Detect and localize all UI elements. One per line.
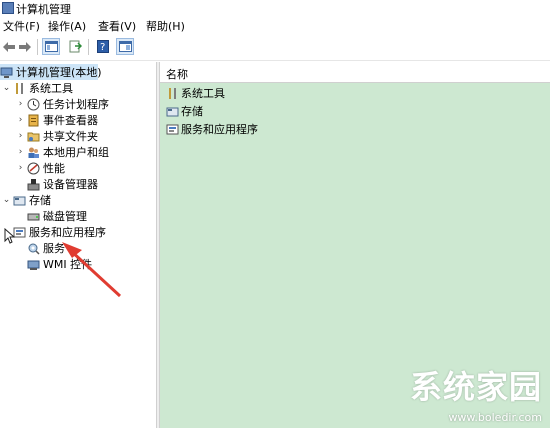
- tree-label: 存储: [29, 194, 51, 207]
- tree-item-event-viewer[interactable]: › 事件查看器: [16, 112, 98, 128]
- services-apps-icon: [166, 123, 179, 136]
- tree-label: 计算机管理(本地): [16, 66, 102, 79]
- shared-folder-icon: [27, 130, 40, 143]
- forward-arrow-icon[interactable]: [16, 38, 34, 55]
- users-icon: [27, 146, 40, 159]
- tree-label: 设备管理器: [43, 178, 98, 191]
- column-header-label: 名称: [166, 68, 188, 81]
- tree-item-performance[interactable]: › 性能: [16, 160, 65, 176]
- computer-management-icon: [2, 2, 14, 14]
- tree-item-services-and-applications[interactable]: ⌄ 服务和应用程序: [2, 224, 106, 240]
- tree-item-wmi-control[interactable]: WMI 控件: [27, 256, 92, 272]
- list-item-services-and-applications[interactable]: 服务和应用程序: [166, 121, 258, 137]
- toolbar-separator: [88, 39, 89, 55]
- tree-label: 本地用户和组: [43, 146, 109, 159]
- menu-action[interactable]: 操作(A): [48, 18, 86, 34]
- tree-item-task-scheduler[interactable]: › 任务计划程序: [16, 96, 109, 112]
- tree-label: 服务: [43, 242, 65, 255]
- clock-icon: [27, 98, 40, 111]
- svg-text:?: ?: [100, 42, 105, 53]
- tree-label: 事件查看器: [43, 114, 98, 127]
- menu-bar: 文件(F) 操作(A) 查看(V) 帮助(H): [0, 16, 550, 33]
- tree-item-disk-management[interactable]: 磁盘管理: [27, 208, 87, 224]
- tree-label: 性能: [43, 162, 65, 175]
- list-item-system-tools[interactable]: 系统工具: [166, 85, 225, 101]
- list-item-storage[interactable]: 存储: [166, 103, 203, 119]
- menu-file[interactable]: 文件(F): [3, 18, 40, 34]
- chevron-right-icon[interactable]: ›: [16, 99, 25, 109]
- disk-icon: [27, 210, 40, 223]
- tree-item-device-manager[interactable]: 设备管理器: [27, 176, 98, 192]
- tree-label: 系统工具: [29, 82, 73, 95]
- tree-label: WMI 控件: [43, 258, 93, 271]
- console-tree: 计算机管理(本地) ⌄ 系统工具 › 任务计划程序 › 事件查看器 › 共享文件…: [0, 62, 156, 428]
- column-header-name[interactable]: 名称: [160, 62, 550, 83]
- list-item-label: 存储: [181, 105, 203, 118]
- storage-icon: [166, 105, 179, 118]
- tools-icon: [166, 87, 179, 100]
- tree-item-system-tools[interactable]: ⌄ 系统工具: [2, 80, 73, 96]
- export-list-icon[interactable]: [66, 38, 84, 55]
- chevron-right-icon[interactable]: ›: [16, 163, 25, 173]
- performance-icon: [27, 162, 40, 175]
- chevron-right-icon[interactable]: ›: [16, 147, 25, 157]
- properties-icon[interactable]: [116, 38, 134, 55]
- list-item-label: 系统工具: [181, 87, 225, 100]
- title-bar: 计算机管理: [0, 0, 550, 16]
- show-hide-tree-icon[interactable]: [42, 38, 60, 55]
- chevron-right-icon[interactable]: ›: [16, 131, 25, 141]
- device-manager-icon: [27, 178, 40, 191]
- menu-view[interactable]: 查看(V): [98, 18, 136, 34]
- tree-label: 磁盘管理: [43, 210, 87, 223]
- tree-item-storage[interactable]: ⌄ 存储: [2, 192, 51, 208]
- tree-item-local-users-groups[interactable]: › 本地用户和组: [16, 144, 109, 160]
- tree-root-computer-management[interactable]: 计算机管理(本地): [0, 64, 102, 80]
- tools-icon: [13, 82, 26, 95]
- storage-icon: [13, 194, 26, 207]
- event-log-icon: [27, 114, 40, 127]
- watermark-url: www.boledir.com: [448, 411, 542, 424]
- chevron-right-icon[interactable]: ›: [16, 115, 25, 125]
- mouse-cursor-icon: [4, 228, 16, 244]
- help-icon[interactable]: ?: [94, 38, 112, 55]
- toolbar-separator: [37, 39, 38, 55]
- wmi-icon: [27, 258, 40, 271]
- tree-label: 共享文件夹: [43, 130, 98, 143]
- tree-item-shared-folders[interactable]: › 共享文件夹: [16, 128, 98, 144]
- chevron-down-icon[interactable]: ⌄: [2, 83, 11, 93]
- menu-help[interactable]: 帮助(H): [146, 18, 185, 34]
- window-title: 计算机管理: [16, 3, 71, 16]
- toolbar: ?: [0, 34, 550, 61]
- chevron-down-icon[interactable]: ⌄: [2, 195, 11, 205]
- tree-item-services[interactable]: 服务: [27, 240, 65, 256]
- watermark-logo: 系统家园: [409, 368, 542, 406]
- services-gear-icon: [27, 242, 40, 255]
- computer-icon: [0, 66, 13, 79]
- list-item-label: 服务和应用程序: [181, 123, 258, 136]
- tree-label: 服务和应用程序: [29, 226, 106, 239]
- tree-label: 任务计划程序: [43, 98, 109, 111]
